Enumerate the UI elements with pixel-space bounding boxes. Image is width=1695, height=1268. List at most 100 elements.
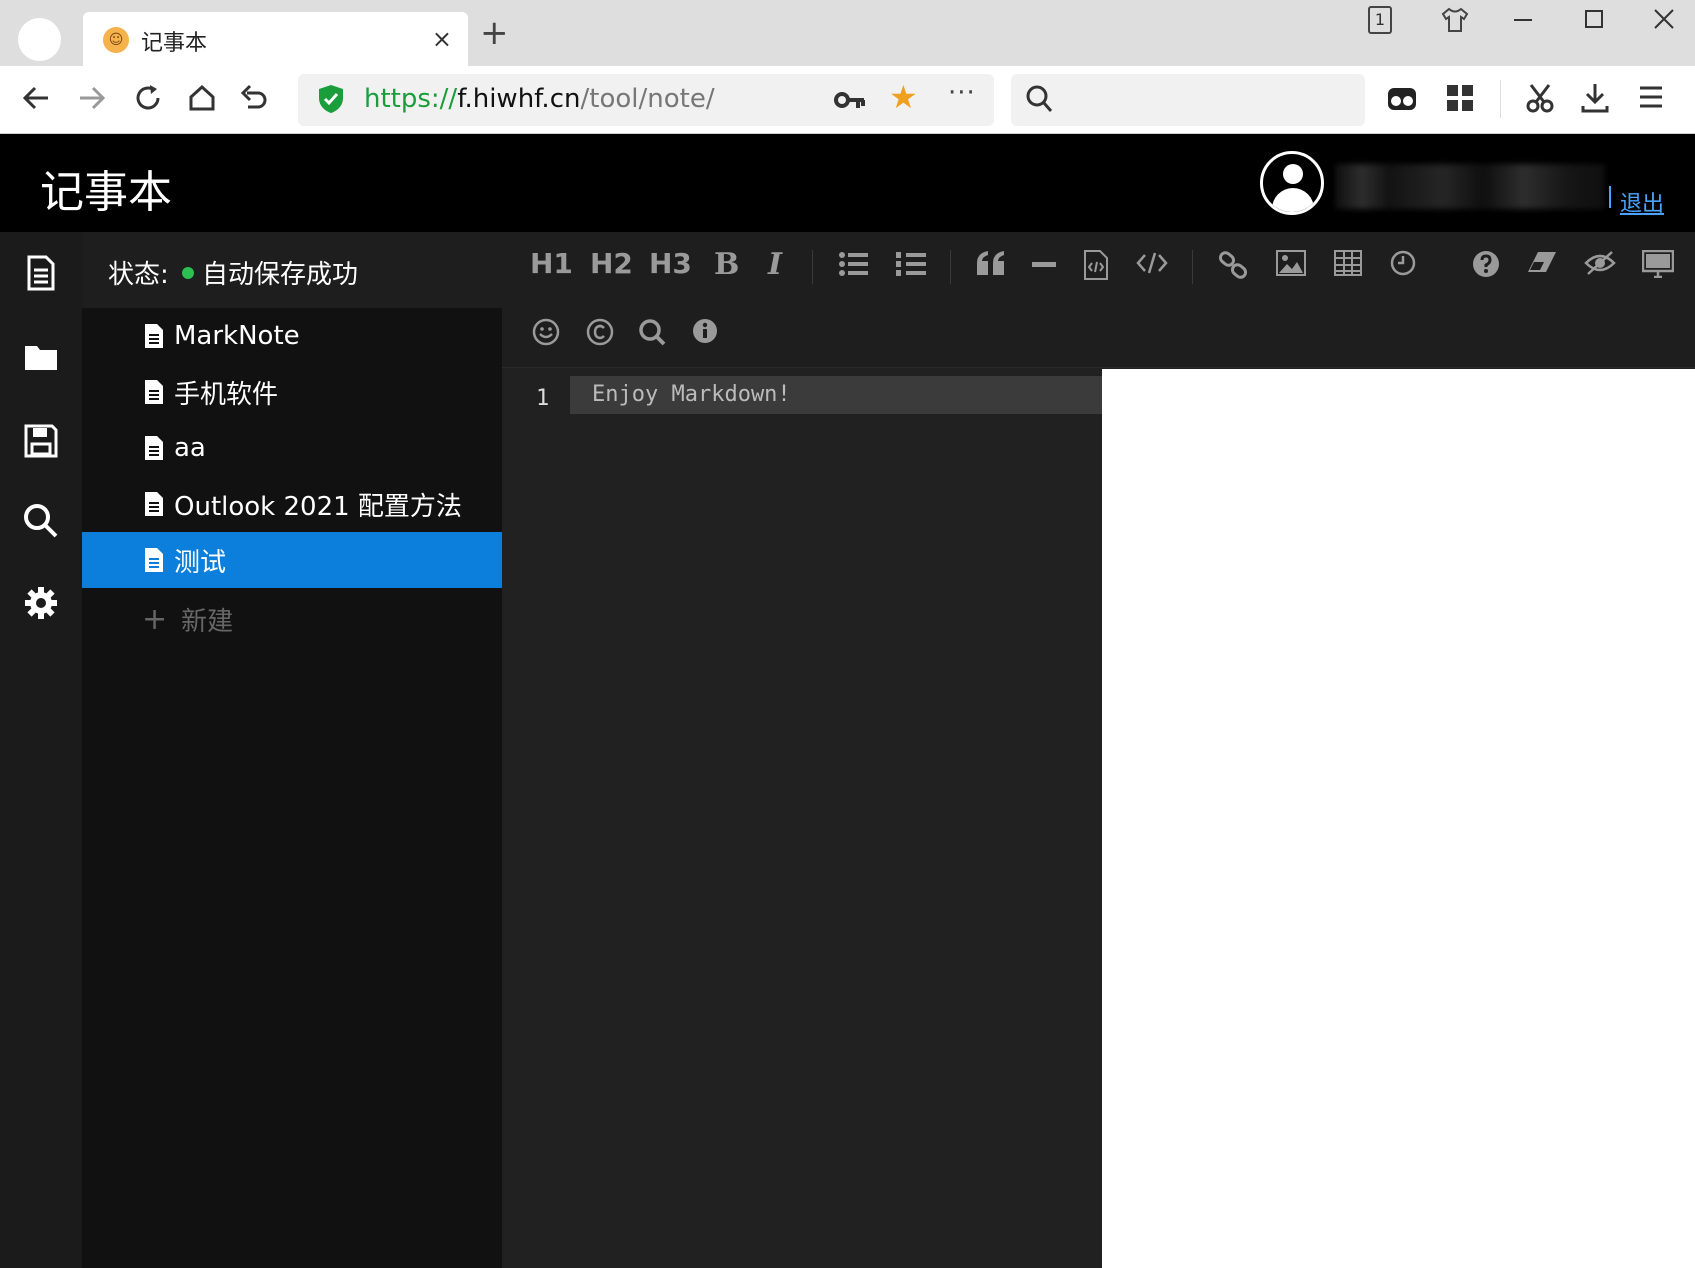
editor-toolbar-row-2 (502, 300, 1695, 368)
logout-separator (1609, 186, 1611, 208)
html-entities-copyright-icon[interactable] (586, 318, 614, 346)
blockquote-icon[interactable] (976, 250, 1006, 276)
toolbar-divider (812, 250, 813, 284)
file-name: Outlook 2021 配置方法 (174, 491, 462, 522)
file-icon (145, 492, 163, 516)
secure-shield-icon (319, 85, 343, 113)
bookmark-star-icon[interactable]: ★ (889, 78, 918, 116)
plus-icon: + (142, 601, 168, 637)
download-icon[interactable] (1580, 82, 1610, 114)
new-tab-button[interactable]: + (480, 16, 509, 50)
menu-icon[interactable] (1638, 84, 1664, 110)
file-item-active[interactable]: 测试 (82, 532, 502, 588)
file-icon (145, 380, 163, 404)
browser-toolbar: https://f.hiwhf.cn/tool/note/ ★ ··· (0, 66, 1695, 134)
tab-bar: ☺ 记事本 × + 1 (0, 0, 1695, 68)
code-line[interactable]: Enjoy Markdown! (592, 382, 791, 407)
left-icon-bar (0, 232, 82, 1268)
ordered-list-icon[interactable] (896, 250, 926, 278)
file-item[interactable]: Outlook 2021 配置方法 (82, 476, 502, 532)
settings-gear-icon[interactable] (22, 584, 60, 622)
datetime-clock-icon[interactable] (1390, 250, 1416, 276)
favicon-icon: ☺ (103, 27, 129, 53)
image-icon[interactable] (1276, 250, 1306, 276)
screenshot-scissors-icon[interactable] (1525, 82, 1555, 114)
app-header: 记事本 退出 (0, 134, 1695, 232)
search-icon[interactable] (22, 502, 60, 540)
code-icon[interactable] (1136, 250, 1168, 276)
document-icon[interactable] (22, 254, 60, 292)
file-icon (145, 436, 163, 460)
toolbar-divider (1192, 250, 1193, 284)
password-key-icon[interactable] (834, 88, 866, 112)
file-name: 测试 (174, 547, 227, 578)
reload-icon[interactable] (132, 82, 164, 114)
more-icon[interactable]: ··· (948, 78, 976, 108)
apps-grid-icon[interactable] (1446, 84, 1474, 112)
search-box[interactable] (1011, 74, 1365, 126)
link-icon[interactable] (1218, 250, 1248, 280)
toggle-preview-eye-icon[interactable] (1584, 250, 1616, 276)
toolbar-divider (950, 250, 951, 284)
editor-toolbar-row-1: H1 H2 H3 B I (502, 232, 1695, 300)
back-icon[interactable] (20, 82, 52, 114)
browser-window: ☺ 记事本 × + 1 https://f.hiwhf.cn/tool/note… (0, 0, 1695, 1268)
tab-close-icon[interactable]: × (432, 25, 452, 53)
markdown-preview (1102, 369, 1695, 1268)
home-icon[interactable] (186, 82, 218, 114)
file-list: MarkNote 手机软件 aa Outlook 2021 配置方法 测试 + … (82, 308, 502, 650)
minimize-icon[interactable] (1512, 8, 1534, 30)
search-icon (1026, 85, 1053, 112)
new-file-label: 新建 (181, 606, 234, 637)
horizontal-rule-icon[interactable] (1032, 262, 1056, 268)
markdown-editor: H1 H2 H3 B I 1 Enjoy Markdown! (502, 232, 1695, 1268)
emoji-icon[interactable] (532, 318, 560, 346)
heading1-button[interactable]: H1 (530, 250, 573, 278)
search-icon[interactable] (638, 318, 666, 346)
file-item[interactable]: MarkNote (82, 308, 502, 364)
status-label: 状态: (108, 260, 169, 290)
info-icon[interactable] (692, 318, 718, 344)
code-file-icon[interactable] (1084, 250, 1108, 280)
heading2-button[interactable]: H2 (590, 250, 633, 278)
clear-eraser-icon[interactable] (1526, 250, 1558, 274)
user-avatar[interactable] (1260, 151, 1324, 215)
file-icon (145, 548, 163, 572)
window-count-icon[interactable]: 1 (1368, 6, 1392, 34)
tab-title: 记事本 (141, 31, 208, 56)
file-icon (145, 324, 163, 348)
save-icon[interactable] (22, 422, 60, 460)
bold-button[interactable]: B (714, 250, 739, 280)
file-name: MarkNote (174, 321, 300, 351)
folder-icon[interactable] (22, 338, 60, 376)
incognito-extension-icon[interactable] (1387, 84, 1417, 112)
logout-link[interactable]: 退出 (1620, 186, 1664, 218)
forward-icon[interactable] (76, 82, 108, 114)
status-text: 自动保存成功 (202, 260, 359, 290)
browser-tab[interactable]: ☺ 记事本 × (83, 12, 468, 68)
maximize-icon[interactable] (1583, 8, 1605, 30)
file-name: 手机软件 (174, 379, 279, 410)
app-title: 记事本 (40, 167, 172, 218)
url-text: https://f.hiwhf.cn/tool/note/ (364, 84, 715, 114)
window-close-icon[interactable] (1652, 7, 1676, 31)
bullet-list-icon[interactable] (838, 250, 868, 278)
file-item[interactable]: 手机软件 (82, 364, 502, 420)
fullscreen-monitor-icon[interactable] (1642, 250, 1674, 278)
file-item[interactable]: aa (82, 420, 502, 476)
profile-button[interactable] (18, 18, 61, 61)
line-number: 1 (536, 386, 550, 411)
italic-button[interactable]: I (768, 250, 782, 280)
save-status: 状态: 自动保存成功 (82, 232, 502, 308)
table-icon[interactable] (1334, 250, 1362, 276)
address-bar[interactable]: https://f.hiwhf.cn/tool/note/ ★ ··· (298, 74, 994, 126)
status-dot-icon (182, 267, 194, 279)
code-editor[interactable]: 1 Enjoy Markdown! (502, 368, 1102, 1268)
help-icon[interactable] (1472, 250, 1500, 278)
file-panel: 状态: 自动保存成功 MarkNote 手机软件 aa Outlook 2021… (82, 232, 502, 1268)
skin-icon[interactable] (1440, 6, 1470, 34)
toolbar-divider (1500, 80, 1501, 118)
undo-close-icon[interactable] (238, 82, 270, 114)
new-file-button[interactable]: + 新建 (82, 588, 502, 650)
heading3-button[interactable]: H3 (649, 250, 692, 278)
